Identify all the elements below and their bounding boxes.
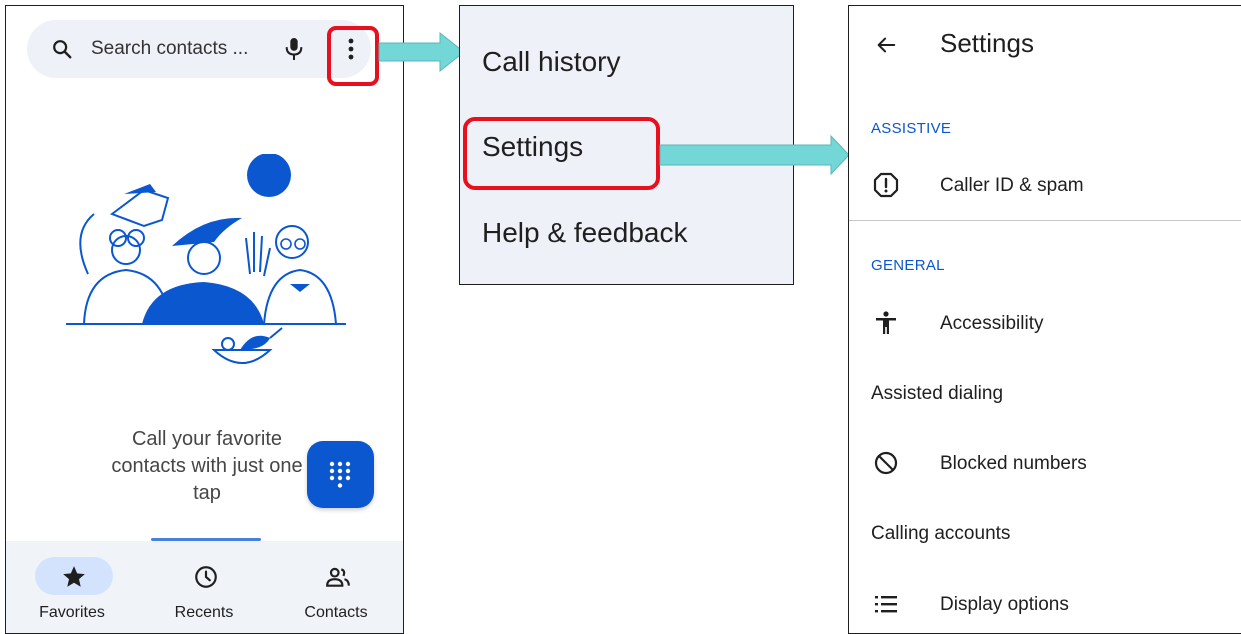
callout-arrow-2 [659,134,850,176]
callout-arrow-1 [378,31,465,73]
star-icon [63,566,85,587]
dialpad-icon [329,461,351,488]
settings-item-caller-id[interactable]: Caller ID & spam [940,175,1084,197]
nav-contacts[interactable]: Contacts [270,541,402,633]
settings-screen: Settings ASSISTIVE Caller ID & spam GENE… [848,5,1241,634]
section-header-assistive: ASSISTIVE [871,120,952,137]
settings-item-assisted-dialing[interactable]: Assisted dialing [871,383,1003,405]
favorites-screen: Search contacts ... Call your favorite c… [5,5,404,634]
settings-item-blocked-numbers[interactable]: Blocked numbers [940,453,1087,475]
settings-item-display-options[interactable]: Display options [940,594,1069,616]
nav-label: Favorites [39,604,105,621]
favorites-illustration [66,154,346,364]
nav-label: Contacts [304,604,368,621]
back-arrow-icon[interactable] [875,34,897,56]
page-title: Settings [940,28,1034,58]
search-bar[interactable]: Search contacts ... [27,20,371,78]
accessibility-icon [876,311,896,334]
block-icon [874,451,898,475]
nav-favorites[interactable]: Favorites [6,541,138,633]
menu-item-call-history[interactable]: Call history [482,46,620,78]
clock-icon [195,566,217,588]
search-input[interactable]: Search contacts ... [91,38,248,60]
settings-highlight [463,117,660,190]
section-divider [849,220,1241,221]
more-options-highlight [327,26,379,86]
empty-state-message: Call your favorite contacts with just on… [111,428,303,504]
nav-recents[interactable]: Recents [138,541,270,633]
search-icon[interactable] [51,38,73,60]
menu-item-help-feedback[interactable]: Help & feedback [482,217,687,249]
alert-circle-icon [873,172,899,198]
bottom-navigation: Favorites Recents Contacts [6,541,403,633]
dialpad-fab[interactable] [307,441,374,508]
settings-item-accessibility[interactable]: Accessibility [940,313,1043,335]
section-header-general: GENERAL [871,257,945,274]
list-icon [875,596,897,613]
settings-item-calling-accounts[interactable]: Calling accounts [871,523,1010,545]
mic-icon[interactable] [283,36,305,62]
nav-label: Recents [174,604,234,621]
people-icon [326,567,350,587]
